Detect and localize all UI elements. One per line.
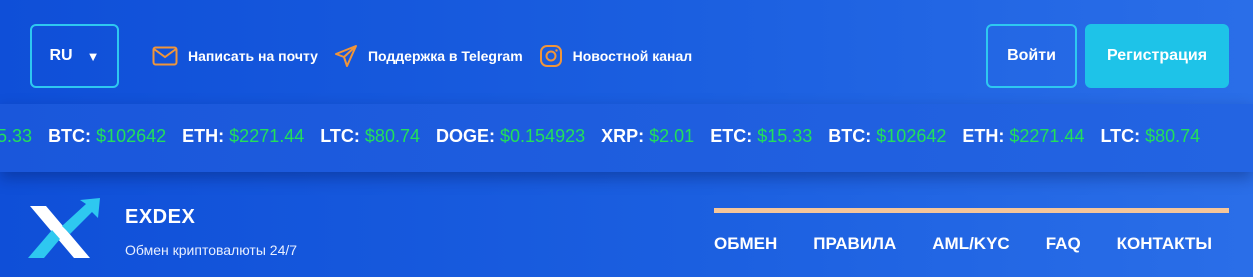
nav-item-exchange[interactable]: ОБМЕН [714,234,777,254]
exdex-logo-icon[interactable] [26,198,102,262]
nav-item-rules[interactable]: ПРАВИЛА [813,234,896,254]
mail-icon [152,46,178,66]
contact-telegram-label: Поддержка в Telegram [367,48,523,64]
telegram-icon [334,45,357,67]
ticker-price: $2271.44 [229,126,305,146]
instagram-icon [539,45,562,67]
contact-email-label: Написать на почту [188,48,318,64]
ticker-price: $102642 [96,126,167,146]
ticker-symbol: LTC: [1100,126,1141,146]
ticker-symbol: ETH: [962,126,1005,146]
contact-email-link[interactable]: Написать на почту [152,46,318,66]
contact-news-label: Новостной канал [572,48,693,64]
ticker-item: DOGE: $0.154923 [436,126,585,147]
ticker-symbol: XRP: [601,126,645,146]
register-button[interactable]: Регистрация [1085,24,1229,88]
ticker-symbol: BTC: [48,126,92,146]
nav-divider-line [714,208,1229,213]
ticker-item: LTC: $80.74 [320,126,420,147]
ticker-symbol: ETH: [182,126,225,146]
ticker-symbol: DOGE: [435,126,495,146]
ticker-item: BTC: $102642 [828,126,946,147]
site-header: EXDEX Обмен криптовалюты 24/7 ОБМЕН ПРАВ… [0,172,1253,277]
login-button[interactable]: Войти [986,24,1077,88]
price-ticker: $15.33 BTC: $102642 ETH: $2271.44 LTC: $… [0,104,1253,172]
nav-item-faq[interactable]: FAQ [1046,234,1081,254]
ticker-price: $15.33 [757,126,813,146]
ticker-price: $0.154923 [500,126,586,146]
ticker-price: $102642 [876,126,947,146]
ticker-item: ETH: $2271.44 [962,126,1084,147]
ticker-price: $15.33 [0,126,33,146]
ticker-item: $15.33 [0,126,32,147]
ticker-price: $80.74 [364,126,420,146]
ticker-item: ETC: $15.33 [710,126,812,147]
caret-down-icon: ▼ [86,48,100,64]
brand-tagline: Обмен криптовалюты 24/7 [125,242,298,258]
ticker-symbol: BTC: [828,126,872,146]
top-bar: RU ▼ Написать на почту Поддержка в Teleg… [0,0,1253,104]
ticker-price: $2271.44 [1009,126,1085,146]
nav-item-aml-kyc[interactable]: AML/KYC [932,234,1009,254]
language-label: RU [49,47,73,64]
nav-item-contacts[interactable]: КОНТАКТЫ [1117,234,1212,254]
ticker-symbol: ETC: [710,126,753,146]
ticker-item: BTC: $102642 [48,126,166,147]
ticker-symbol: LTC: [320,126,360,146]
language-selector[interactable]: RU ▼ [30,24,119,88]
contact-links: Написать на почту Поддержка в Telegram Н… [152,44,708,68]
ticker-price: $2.01 [649,126,695,146]
contact-news-link[interactable]: Новостной канал [539,44,693,68]
ticker-item: ETH: $2271.44 [182,126,304,147]
ticker-item: LTC: $80.74 [1100,126,1200,147]
ticker-price: $80.74 [1145,126,1201,146]
brand-name[interactable]: EXDEX [125,206,195,229]
ticker-item: XRP: $2.01 [601,126,694,147]
contact-telegram-link[interactable]: Поддержка в Telegram [334,44,523,68]
main-nav: ОБМЕН ПРАВИЛА AML/KYC FAQ КОНТАКТЫ [714,234,1212,254]
ticker-track: $15.33 BTC: $102642 ETH: $2271.44 LTC: $… [0,126,1216,147]
